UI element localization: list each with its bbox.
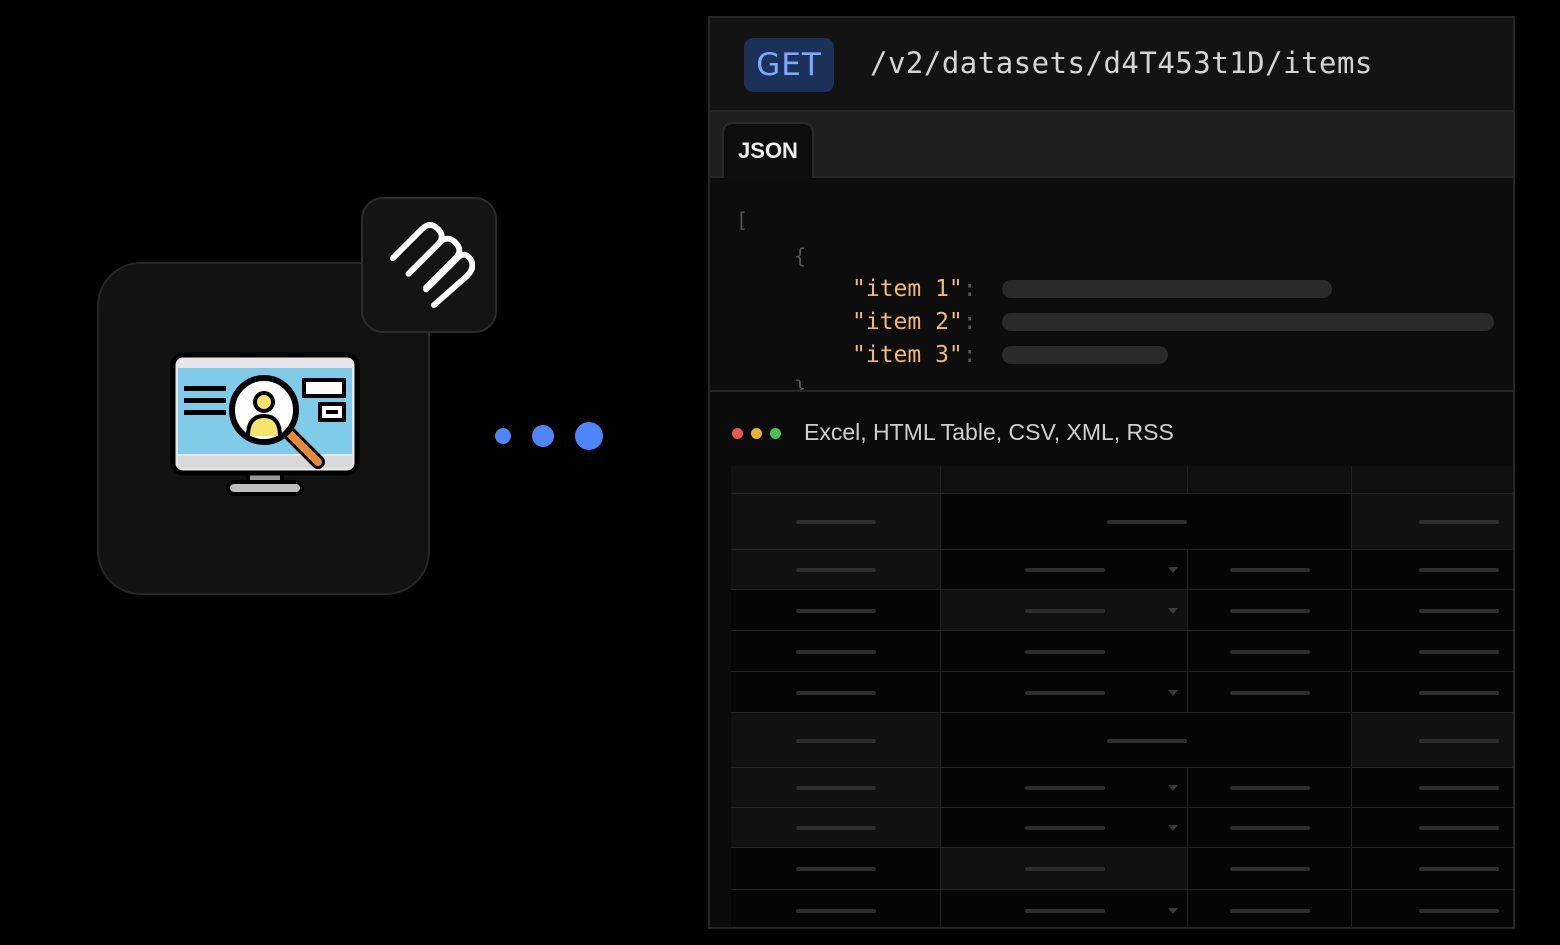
cell-placeholder [1024, 649, 1105, 654]
cell-placeholder [1419, 568, 1499, 572]
cell-placeholder [1024, 568, 1105, 572]
cell-placeholder [1024, 826, 1105, 830]
cell-placeholder [1230, 867, 1310, 871]
logo-card [361, 197, 497, 333]
table-cell [941, 466, 1188, 494]
cell-placeholder [1106, 738, 1187, 743]
table-cell [1352, 466, 1513, 494]
cell-placeholder [796, 568, 876, 572]
cell-placeholder [796, 738, 876, 743]
http-method-badge[interactable]: GET [744, 38, 834, 92]
cell-placeholder [1419, 908, 1499, 913]
cell-placeholder [1419, 649, 1499, 654]
json-value-placeholder [1002, 280, 1332, 298]
cell-placeholder [796, 608, 876, 613]
connector-dot [495, 428, 511, 444]
cell-placeholder [1024, 786, 1105, 790]
export-formats-bar: Excel, HTML Table, CSV, XML, RSS [710, 390, 1513, 470]
export-formats-label: Excel, HTML Table, CSV, XML, RSS [804, 419, 1174, 445]
window-dot-yellow-icon [751, 428, 762, 439]
cell-placeholder [1230, 690, 1310, 695]
json-preview: [ { "item 1": "item 2": "item 3": } [710, 178, 1513, 390]
tab-bar: JSON [710, 112, 1513, 178]
table-cell [731, 466, 941, 494]
window-dot-green-icon [770, 428, 781, 439]
cell-placeholder [1230, 786, 1310, 790]
cell-placeholder [796, 649, 876, 654]
json-value-placeholder [1002, 313, 1494, 331]
cell-placeholder [1024, 608, 1105, 613]
json-key-label: "item 2" [852, 309, 963, 335]
chevron-down-icon [1168, 689, 1178, 696]
json-colon: : [962, 342, 977, 368]
json-colon: : [962, 276, 977, 302]
connector-dot [575, 422, 603, 450]
cell-placeholder [1419, 608, 1499, 613]
cell-placeholder [1419, 826, 1499, 830]
chevron-down-icon [1168, 785, 1178, 791]
cell-placeholder [1024, 908, 1105, 913]
cell-placeholder [796, 867, 876, 871]
connector-dot [532, 425, 554, 447]
cell-placeholder [796, 690, 876, 695]
cell-placeholder [796, 520, 876, 524]
monitor-user-search-icon [170, 352, 360, 496]
cell-placeholder [1230, 568, 1310, 572]
json-close-brace: } [794, 376, 807, 390]
json-colon: : [962, 309, 977, 335]
api-panel: GET /v2/datasets/d4T453t1D/items JSON [ … [708, 16, 1515, 929]
tab-json[interactable]: JSON [722, 122, 814, 178]
json-open-brace: { [794, 244, 807, 268]
json-key-label: "item 3" [852, 342, 963, 368]
table-preview [731, 466, 1513, 927]
cell-placeholder [1419, 738, 1499, 743]
cell-placeholder [796, 908, 876, 913]
endpoint-path: /v2/datasets/d4T453t1D/items [870, 46, 1373, 80]
cell-placeholder [1419, 786, 1499, 790]
apify-logo-icon [389, 222, 475, 309]
chevron-down-icon [1168, 567, 1178, 573]
window-dot-red-icon [732, 428, 743, 439]
table-cell [1188, 466, 1352, 494]
json-key-item-3: "item 3": [852, 342, 977, 368]
cell-placeholder [1024, 867, 1105, 871]
cell-placeholder [1419, 690, 1499, 695]
json-open-bracket: [ [736, 208, 749, 232]
request-bar: GET /v2/datasets/d4T453t1D/items [710, 18, 1513, 112]
json-key-item-1: "item 1": [852, 276, 977, 302]
cell-placeholder [796, 786, 876, 790]
cell-placeholder [1230, 908, 1310, 913]
chevron-down-icon [1168, 607, 1178, 614]
json-value-placeholder [1002, 346, 1168, 364]
cell-placeholder [1230, 608, 1310, 613]
chevron-down-icon [1168, 825, 1178, 831]
json-key-label: "item 1" [852, 276, 963, 302]
cell-placeholder [1024, 690, 1105, 695]
cell-placeholder [1106, 520, 1187, 524]
chevron-down-icon [1168, 907, 1178, 914]
cell-placeholder [1419, 867, 1499, 871]
cell-placeholder [1230, 826, 1310, 830]
json-key-item-2: "item 2": [852, 309, 977, 335]
cell-placeholder [796, 826, 876, 830]
cell-placeholder [1230, 649, 1310, 654]
cell-placeholder [1419, 520, 1499, 524]
